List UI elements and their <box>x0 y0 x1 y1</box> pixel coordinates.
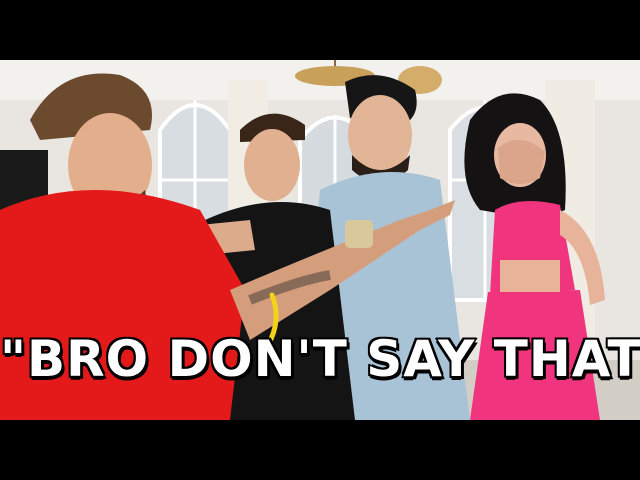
wristwatch <box>345 220 373 248</box>
thumbnail-frame: "BRO DON'T SAY THAT" <box>0 0 640 480</box>
thumbnail-caption: "BRO DON'T SAY THAT" <box>0 329 640 390</box>
